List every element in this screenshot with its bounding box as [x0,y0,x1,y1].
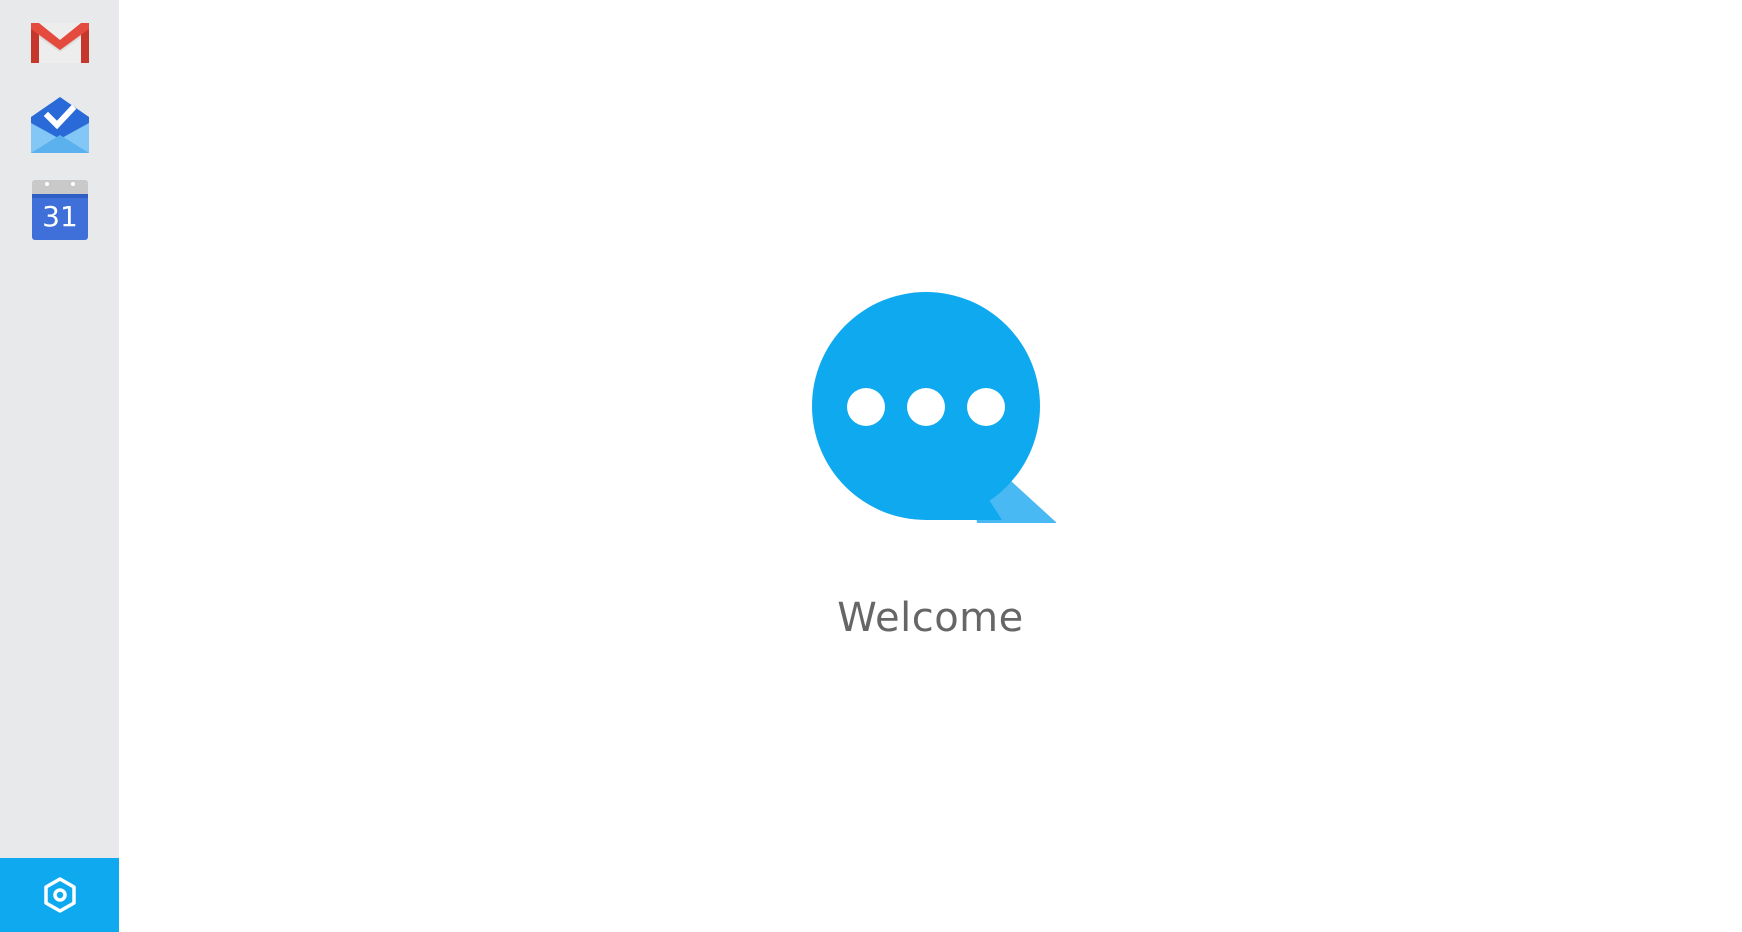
calendar-day-number: 31 [42,200,78,233]
settings-button[interactable] [0,858,119,932]
calendar-icon: 31 [31,179,88,240]
app-window: 31 Welcome [0,0,1742,932]
gmail-icon [30,22,89,63]
sidebar: 31 [0,0,119,932]
welcome-text: Welcome [837,595,1024,641]
sidebar-app-gmail[interactable] [22,5,97,80]
sidebar-app-inbox[interactable] [22,87,97,162]
settings-icon [43,877,76,913]
chat-bubble-icon [812,292,1056,523]
sidebar-app-calendar[interactable]: 31 [22,172,97,247]
inbox-icon [30,96,89,153]
main-content: Welcome [119,0,1742,932]
